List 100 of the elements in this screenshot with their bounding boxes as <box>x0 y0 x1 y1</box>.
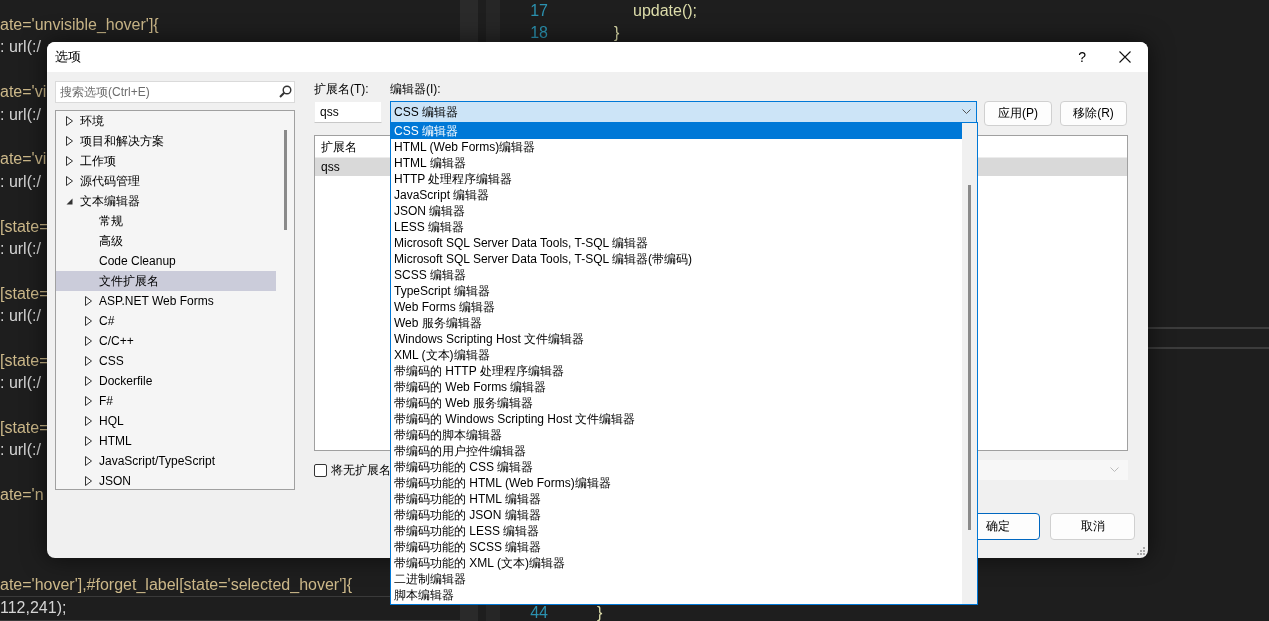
dropdown-option[interactable]: CSS 编辑器 <box>391 123 962 139</box>
dropdown-option[interactable]: 二进制编辑器 <box>391 571 962 587</box>
code-line: : url(:/ <box>0 104 41 125</box>
expanded-triangle-icon[interactable] <box>66 197 73 205</box>
code-line: : url(:/ <box>0 37 41 58</box>
code-line: update(); <box>633 2 698 19</box>
tree-item[interactable]: 文件扩展名 <box>56 271 276 291</box>
help-button[interactable]: ? <box>1078 49 1086 65</box>
dropdown-option[interactable]: 带编码的 Web Forms 编辑器 <box>391 379 962 395</box>
dropdown-option[interactable]: SCSS 编辑器 <box>391 267 962 283</box>
code-line: 112,241); <box>0 598 67 619</box>
scrollbar[interactable] <box>962 123 977 604</box>
tree-item[interactable]: 源代码管理 <box>56 171 276 191</box>
dropdown-list[interactable] <box>390 122 978 605</box>
search-icon[interactable] <box>279 85 292 98</box>
tree-item[interactable]: ASP.NET Web Forms <box>56 291 276 311</box>
collapsed-triangle-icon[interactable] <box>66 116 73 126</box>
code-line: : url(:/ <box>0 440 41 461</box>
checkbox[interactable] <box>314 463 327 477</box>
collapsed-triangle-icon[interactable] <box>66 156 73 166</box>
collapsed-triangle-icon[interactable] <box>85 396 92 406</box>
code-line: [state= <box>0 216 49 237</box>
dropdown-option[interactable]: Microsoft SQL Server Data Tools, T-SQL 编辑器(带编码) <box>391 251 962 267</box>
field-label: 编辑器(I): <box>390 81 441 97</box>
collapsed-triangle-icon[interactable] <box>85 456 92 466</box>
code-line: : url(:/ <box>0 306 41 327</box>
chevron-down-icon <box>1110 467 1119 473</box>
chevron-down-icon <box>962 109 971 115</box>
line-number: 44 <box>529 605 548 621</box>
collapsed-triangle-icon[interactable] <box>85 356 92 366</box>
dropdown-option[interactable]: 带编码功能的 HTML (Web Forms)编辑器 <box>391 475 962 491</box>
dropdown-option[interactable]: TypeScript 编辑器 <box>391 283 962 299</box>
collapsed-triangle-icon[interactable] <box>66 176 73 186</box>
collapsed-triangle-icon[interactable] <box>85 436 92 446</box>
action-button[interactable]: 移除(R) <box>1060 101 1127 126</box>
close-icon[interactable] <box>1119 51 1131 63</box>
dropdown-option[interactable]: JavaScript 编辑器 <box>391 187 962 203</box>
tree-item[interactable]: JSON <box>56 471 276 489</box>
dropdown-option[interactable]: HTTP 处理程序编辑器 <box>391 171 962 187</box>
dropdown-option[interactable]: LESS 编辑器 <box>391 219 962 235</box>
tree-item[interactable]: 环境 <box>56 111 276 131</box>
code-line: : url(:/ <box>0 373 41 394</box>
dropdown-option[interactable]: 脚本编辑器 <box>391 587 962 603</box>
search-field[interactable]: 搜索选项(Ctrl+E) <box>55 81 295 103</box>
dropdown-option[interactable]: 带编码的用户控件编辑器 <box>391 443 962 459</box>
code-line: [state= <box>0 418 49 439</box>
dropdown-option[interactable]: Web 服务编辑器 <box>391 315 962 331</box>
tree-item[interactable]: C# <box>56 311 276 331</box>
field-label: 扩展名(T): <box>314 81 370 97</box>
dropdown-option[interactable]: 带编码的 HTTP 处理程序编辑器 <box>391 363 962 379</box>
code-line: : url(:/ <box>0 238 41 259</box>
tree-item[interactable]: JavaScript/TypeScript <box>56 451 276 471</box>
dropdown-option[interactable]: 带编码功能的 HTML 编辑器 <box>391 491 962 507</box>
tree-item[interactable]: 文本编辑器 <box>56 191 276 211</box>
checkbox-label: 将无扩展名 <box>331 461 391 479</box>
code-line: ate='unvisible_hover']{ <box>0 15 159 35</box>
tree-item[interactable]: HTML <box>56 431 276 451</box>
dropdown-option[interactable]: Web Forms 编辑器 <box>391 299 962 315</box>
resize-grip-icon[interactable] <box>1136 546 1145 555</box>
collapsed-triangle-icon[interactable] <box>85 296 92 306</box>
collapsed-triangle-icon[interactable] <box>85 476 92 486</box>
window-title: 选项 <box>55 48 82 66</box>
dropdown-option[interactable]: 带编码的 Windows Scripting Host 文件编辑器 <box>391 411 962 427</box>
dropdown-option[interactable]: 带编码功能的 SCSS 编辑器 <box>391 539 962 555</box>
action-button[interactable]: 应用(P) <box>984 101 1052 126</box>
dropdown-option[interactable]: Windows Scripting Host 文件编辑器 <box>391 331 962 347</box>
tree-item[interactable]: F# <box>56 391 276 411</box>
collapsed-triangle-icon[interactable] <box>85 376 92 386</box>
tree-item[interactable]: Dockerfile <box>56 371 276 391</box>
dropdown-option[interactable]: HTML 编辑器 <box>391 155 962 171</box>
tree-item[interactable]: 高级 <box>56 231 276 251</box>
dropdown-option[interactable]: 带编码的 Web 服务编辑器 <box>391 395 962 411</box>
dropdown-option[interactable]: 带编码功能的 XML (文本)编辑器 <box>391 555 962 571</box>
dropdown-option[interactable]: HTML (Web Forms)编辑器 <box>391 139 962 155</box>
tree-item[interactable]: 项目和解决方案 <box>56 131 276 151</box>
tree-item[interactable]: 常规 <box>56 211 276 231</box>
tree-item[interactable]: HQL <box>56 411 276 431</box>
editor-combo[interactable]: CSS 编辑器 <box>390 101 977 123</box>
extension-field[interactable]: qss <box>314 101 382 123</box>
tree-item[interactable]: C/C++ <box>56 331 276 351</box>
dropdown-option[interactable]: 带编码功能的 CSS 编辑器 <box>391 459 962 475</box>
code-line: [state= <box>0 283 49 304</box>
collapsed-triangle-icon[interactable] <box>85 336 92 346</box>
tree-item[interactable]: Code Cleanup <box>56 251 276 271</box>
code-line: } <box>597 604 603 621</box>
collapsed-triangle-icon[interactable] <box>85 416 92 426</box>
code-line: ate='vi <box>0 149 47 170</box>
collapsed-triangle-icon[interactable] <box>66 136 73 146</box>
dropdown-option[interactable]: 带编码的脚本编辑器 <box>391 427 962 443</box>
tree-item[interactable]: 工作项 <box>56 151 276 171</box>
code-line: ate='vi <box>0 82 47 103</box>
dropdown-option[interactable]: JSON 编辑器 <box>391 203 962 219</box>
dialog-button[interactable]: 取消 <box>1050 513 1135 540</box>
dropdown-option[interactable]: XML (文本)编辑器 <box>391 347 962 363</box>
collapsed-triangle-icon[interactable] <box>85 316 92 326</box>
tree-item[interactable]: CSS <box>56 351 276 371</box>
code-line: : url(:/ <box>0 171 41 192</box>
line-number: 17 <box>529 1 548 21</box>
code-line: } <box>614 24 620 41</box>
dropdown-option[interactable]: Microsoft SQL Server Data Tools, T-SQL 编辑器 <box>391 235 962 251</box>
